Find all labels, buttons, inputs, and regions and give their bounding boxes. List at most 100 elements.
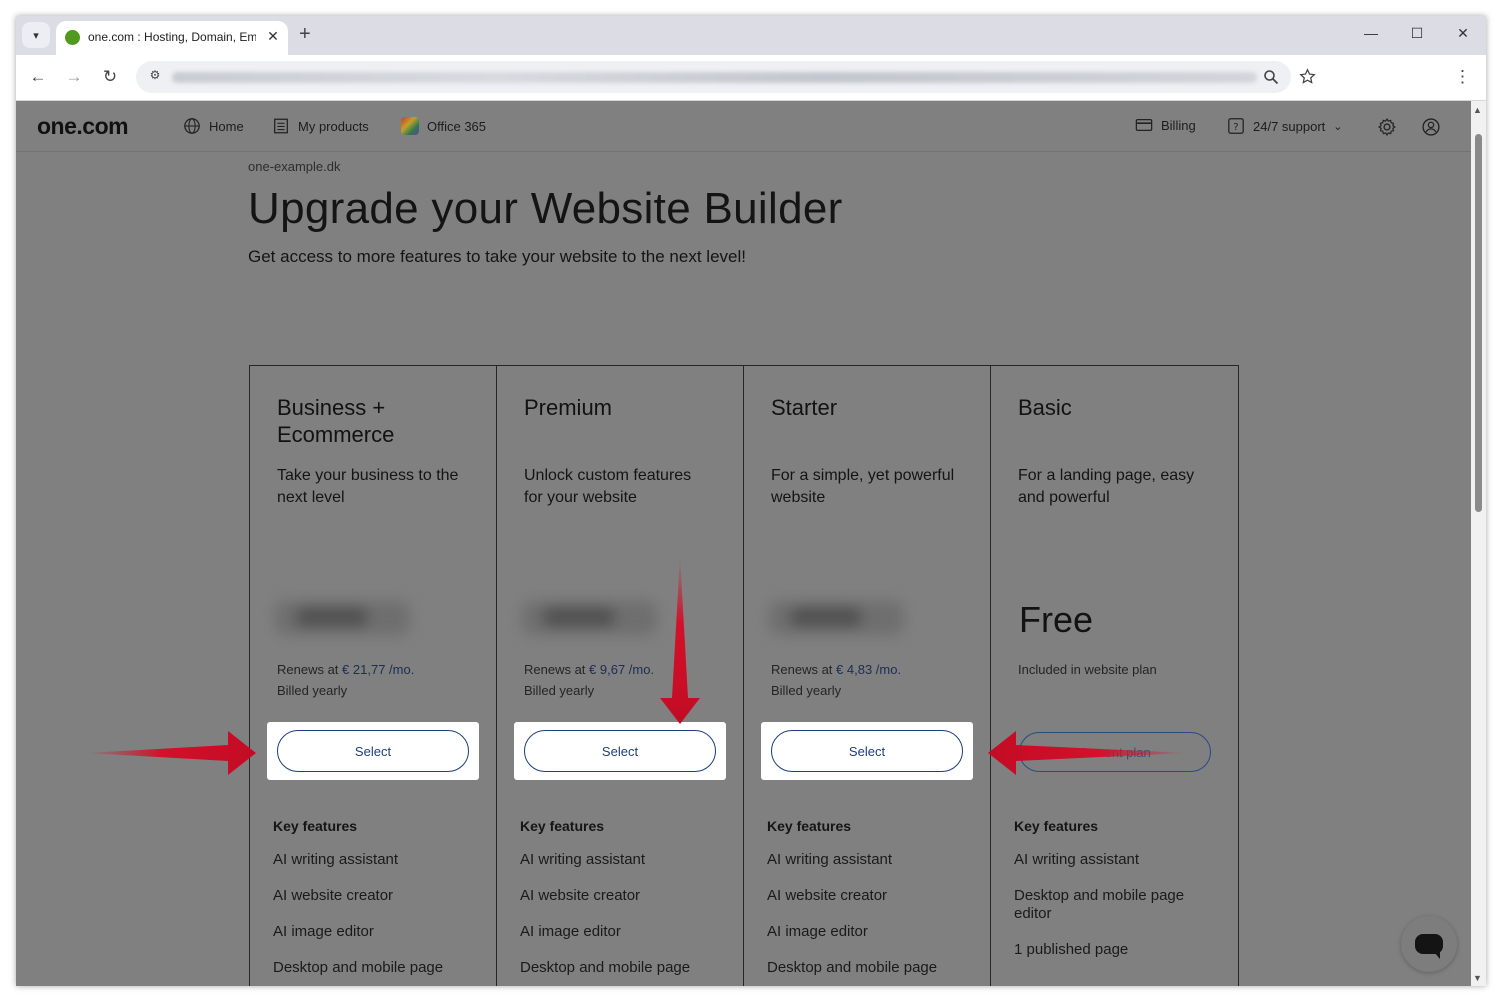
nav-my-products[interactable]: My products <box>272 117 369 135</box>
feature-item: AI image editor <box>273 923 374 940</box>
billing-period: Billed yearly <box>277 683 348 698</box>
back-button[interactable]: ← <box>27 67 49 87</box>
plan-description: For a landing page, easy and powerful <box>1018 467 1195 506</box>
bookmark-star-icon[interactable] <box>1299 68 1316 85</box>
chevron-down-icon: ⌄ <box>1333 120 1343 133</box>
products-list-icon <box>274 118 288 134</box>
key-features-title: Key features <box>1014 818 1099 834</box>
credit-card-icon <box>1135 118 1153 132</box>
key-features-title: Key features <box>273 818 358 834</box>
scrollbar-thumb[interactable] <box>1475 134 1482 512</box>
new-tab-button[interactable]: + <box>299 24 311 44</box>
feature-item: AI image editor <box>767 923 868 940</box>
one-com-logo[interactable]: one.com <box>37 113 129 140</box>
maximize-button[interactable]: ☐ <box>1407 25 1427 42</box>
renewal-price: € 4,83 /mo. <box>836 662 902 677</box>
renewal-prefix: Renews at <box>277 662 343 677</box>
help-icon: ? <box>1228 118 1244 134</box>
feature-item: AI writing assistant <box>520 851 646 868</box>
chat-icon <box>1415 934 1443 959</box>
plan-description: Unlock custom features for your website <box>524 467 692 506</box>
select-premium-button[interactable]: Select <box>524 730 716 772</box>
key-features-list: Key features AI writing assistant Deskto… <box>1014 818 1224 977</box>
select-starter-button[interactable]: Select <box>771 730 963 772</box>
page-viewport: one.com Home My products Office 365 Bill… <box>16 101 1471 986</box>
page-subtitle: Get access to more features to take your… <box>248 247 746 266</box>
tab-title: one.com : Hosting, Domain, Em <box>88 30 256 44</box>
plans-table: Business + Ecommerce Take your business … <box>249 365 1239 986</box>
plan-name: Premium <box>524 395 613 420</box>
renewal-price: € 9,67 /mo. <box>589 662 655 677</box>
address-bar[interactable]: ⚙ <box>136 61 1316 93</box>
tab-search-button[interactable]: ▾ <box>22 22 50 48</box>
feature-item: Desktop and mobile page <box>273 959 444 976</box>
plan-card-basic: Basic For a landing page, easy and power… <box>991 366 1238 986</box>
office-365-icon <box>401 117 419 135</box>
user-avatar-icon <box>1422 118 1440 136</box>
nav-office-365[interactable]: Office 365 <box>401 117 486 135</box>
feature-item: AI writing assistant <box>767 851 893 868</box>
included-note: Included in website plan <box>1018 662 1157 677</box>
renewal-prefix: Renews at <box>524 662 590 677</box>
scroll-up-arrow-icon[interactable]: ▲ <box>1473 105 1482 115</box>
renewal-price: € 21,77 /mo. <box>342 662 415 677</box>
renewal-info: Renews at € 21,77 /mo. <box>277 662 414 677</box>
nav-home[interactable]: Home <box>183 117 244 135</box>
feature-item: 1 published page <box>1014 941 1129 958</box>
key-features-list: Key features AI writing assistant AI web… <box>520 818 730 986</box>
feature-item: AI website creator <box>520 887 641 904</box>
feature-item: Desktop and mobile page editor <box>1014 887 1185 922</box>
key-features-list: Key features AI writing assistant AI web… <box>273 818 483 986</box>
renewal-info: Renews at € 9,67 /mo. <box>524 662 654 677</box>
settings-button[interactable] <box>1376 116 1398 138</box>
tab-close-icon[interactable]: ✕ <box>264 28 282 45</box>
site-navigation: one.com Home My products Office 365 Bill… <box>16 101 1471 152</box>
window-close-button[interactable]: ✕ <box>1453 25 1473 42</box>
page-scrollbar[interactable]: ▲ ▼ <box>1471 101 1486 986</box>
nav-billing-label: Billing <box>1161 117 1196 133</box>
scroll-down-arrow-icon[interactable]: ▼ <box>1473 973 1482 983</box>
feature-item: AI website creator <box>767 887 888 904</box>
browser-toolbar: ← → ↻ ⚙ ⋮ <box>16 55 1486 101</box>
plan-description: For a simple, yet powerful website <box>771 467 955 506</box>
browser-window: ▾ one.com : Hosting, Domain, Em ✕ + — ☐ … <box>16 16 1486 986</box>
forward-button[interactable]: → <box>63 67 85 87</box>
plan-price: Free <box>1019 599 1094 640</box>
feature-item: AI writing assistant <box>1014 851 1140 868</box>
price-blurred <box>522 601 657 635</box>
nav-home-label: Home <box>209 118 244 134</box>
plan-description: Take your business to the next level <box>277 467 459 506</box>
renewal-prefix: Renews at <box>771 662 837 677</box>
renewal-info: Renews at € 4,83 /mo. <box>771 662 901 677</box>
browser-menu-button[interactable]: ⋮ <box>1454 67 1471 87</box>
key-features-title: Key features <box>767 818 852 834</box>
plan-card-premium: Premium Unlock custom features for your … <box>497 366 744 986</box>
feature-item: AI image editor <box>520 923 621 940</box>
nav-support-label: 24/7 support <box>1253 118 1326 134</box>
favicon-icon <box>65 30 80 45</box>
account-button[interactable] <box>1420 116 1442 138</box>
zoom-icon[interactable] <box>1263 69 1279 85</box>
site-info-icon[interactable]: ⚙ <box>146 68 164 86</box>
current-plan-button[interactable]: Current plan <box>1019 732 1211 772</box>
annotation-arrow-right <box>86 731 256 775</box>
nav-billing[interactable]: Billing <box>1135 117 1196 133</box>
select-highlight: Select <box>761 722 973 780</box>
chat-support-button[interactable] <box>1401 916 1457 972</box>
nav-support[interactable]: ? 24/7 support ⌄ <box>1227 117 1343 135</box>
plan-name: Starter <box>771 395 838 420</box>
plan-name: Business + Ecommerce <box>277 395 395 447</box>
reload-button[interactable]: ↻ <box>99 67 121 87</box>
nav-my-products-label: My products <box>298 118 369 134</box>
minimize-button[interactable]: — <box>1361 25 1381 41</box>
tab-strip: ▾ one.com : Hosting, Domain, Em ✕ + — ☐ … <box>16 16 1486 55</box>
feature-item: AI website creator <box>273 887 394 904</box>
plan-name: Basic <box>1018 395 1072 420</box>
key-features-list: Key features AI writing assistant AI web… <box>767 818 977 986</box>
select-business-ecommerce-button[interactable]: Select <box>277 730 469 772</box>
browser-tab[interactable]: one.com : Hosting, Domain, Em ✕ <box>56 21 288 55</box>
gear-icon <box>1378 118 1396 136</box>
billing-period: Billed yearly <box>771 683 842 698</box>
price-blurred <box>275 601 410 635</box>
chevron-down-icon: ▾ <box>33 29 39 42</box>
